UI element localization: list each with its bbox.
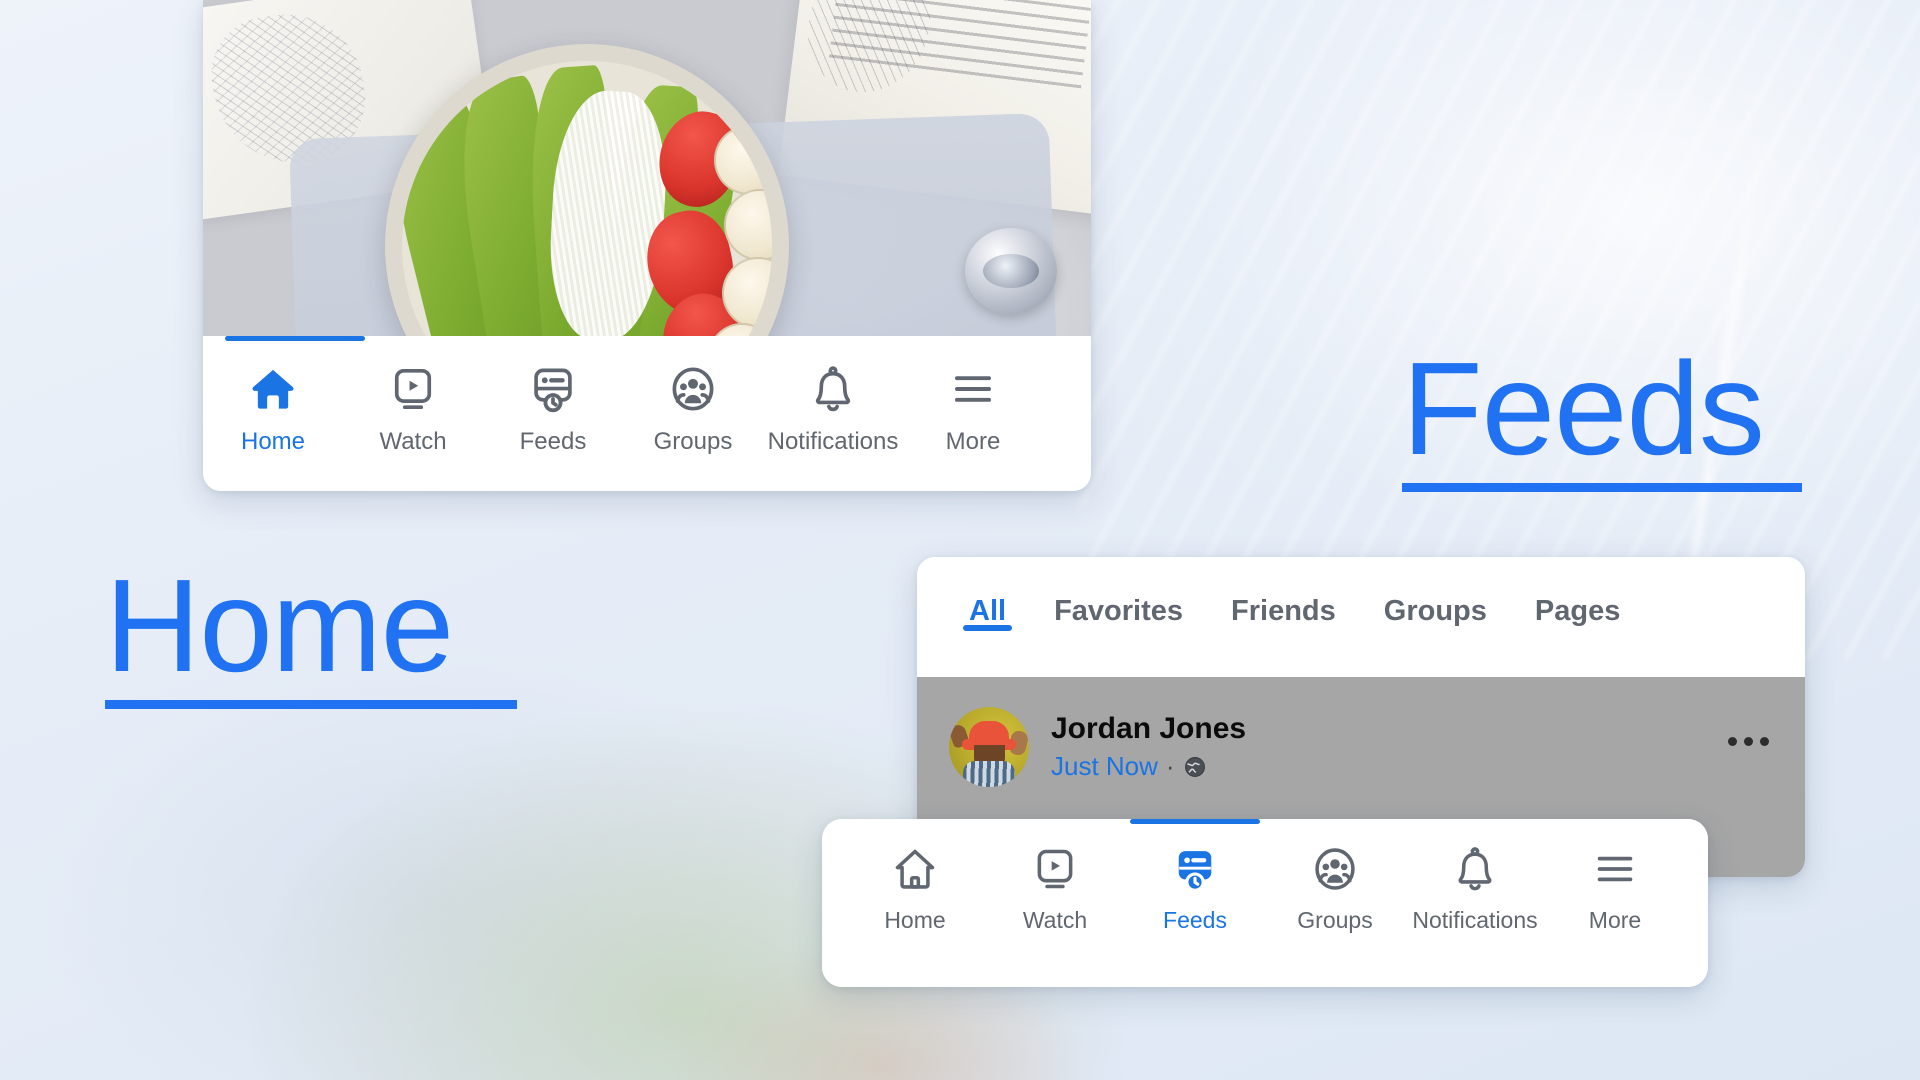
feeds-navigation-card: Home Watch Feeds Groups Notifications Mo… (822, 819, 1708, 987)
annotation-feeds-underline (1402, 483, 1802, 493)
nav-label-more: More (945, 428, 1001, 455)
watch-icon (1030, 839, 1080, 899)
nav-label-more: More (1588, 907, 1642, 933)
nav-label-groups: Groups (1297, 907, 1373, 933)
ellipsis-dot (1744, 737, 1753, 746)
nav-item-notifications[interactable]: Notifications (763, 358, 903, 456)
annotation-home-underline (105, 700, 517, 710)
notifications-icon (1450, 839, 1500, 899)
tab-friends[interactable]: Friends (1207, 557, 1360, 628)
nav-item-more[interactable]: More (903, 358, 1043, 456)
annotation-home-label: Home (105, 552, 454, 699)
nav-item-notifications[interactable]: Notifications (1405, 839, 1545, 934)
post-subline: Just Now · (1051, 751, 1246, 782)
nav-item-more[interactable]: More (1545, 839, 1685, 934)
avatar-shirt (963, 761, 1015, 787)
nav-item-groups[interactable]: Groups (623, 358, 763, 456)
nav-label-feeds: Feeds (519, 428, 587, 455)
groups-icon (1310, 839, 1360, 899)
nav-label-home: Home (884, 907, 946, 933)
post-separator: · (1165, 751, 1175, 781)
nav-item-feeds[interactable]: Feeds (483, 358, 623, 456)
primary-navigation-bar-feeds: Home Watch Feeds Groups Notifications Mo… (822, 819, 1708, 987)
nav-label-notifications: Notifications (767, 428, 899, 455)
post-timestamp[interactable]: Just Now (1051, 751, 1158, 782)
active-tab-indicator (1130, 819, 1260, 824)
globe-icon[interactable] (1183, 755, 1207, 779)
bowl-contents (402, 61, 772, 336)
screenshot-stage: Home Feeds Home Watch Feeds Groups Notif… (0, 0, 1920, 1080)
post-photo (203, 0, 1091, 336)
feeds-icon (527, 358, 579, 420)
tab-pages[interactable]: Pages (1511, 557, 1644, 628)
ellipsis-icon[interactable] (1728, 737, 1769, 746)
feed-filter-tabs: All Favorites Friends Groups Pages (917, 557, 1805, 677)
primary-navigation-bar-home: Home Watch Feeds Groups Notifications Mo… (203, 336, 1091, 491)
nav-item-groups[interactable]: Groups (1265, 839, 1405, 934)
ellipsis-dot (1728, 737, 1737, 746)
groups-icon (667, 358, 719, 420)
tab-all[interactable]: All (945, 557, 1030, 631)
nav-item-watch[interactable]: Watch (343, 358, 483, 456)
post-author-name[interactable]: Jordan Jones (1051, 711, 1246, 747)
more-menu-icon (947, 358, 999, 420)
nav-label-feeds: Feeds (1163, 907, 1227, 933)
nav-label-notifications: Notifications (1412, 907, 1538, 933)
more-menu-icon (1590, 839, 1640, 899)
tab-groups[interactable]: Groups (1360, 557, 1511, 628)
annotation-feeds-label: Feeds (1402, 335, 1765, 482)
nav-item-home[interactable]: Home (203, 358, 343, 456)
avatar[interactable] (949, 707, 1029, 787)
notifications-icon (807, 358, 859, 420)
annotation-home: Home (105, 552, 517, 710)
nav-item-home[interactable]: Home (845, 839, 985, 934)
tab-favorites[interactable]: Favorites (1030, 557, 1207, 628)
home-screen-card: Home Watch Feeds Groups Notifications Mo… (203, 0, 1091, 491)
ellipsis-dot (1760, 737, 1769, 746)
nav-item-watch[interactable]: Watch (985, 839, 1125, 934)
nav-label-groups: Groups (653, 428, 733, 455)
nav-label-watch: Watch (1022, 907, 1088, 933)
home-icon (890, 839, 940, 899)
nav-label-home: Home (240, 428, 306, 455)
nav-item-feeds[interactable]: Feeds (1125, 839, 1265, 934)
post-meta: Jordan Jones Just Now · (1051, 707, 1246, 782)
active-tab-indicator (225, 336, 365, 341)
annotation-feeds: Feeds (1402, 335, 1802, 493)
nav-label-watch: Watch (379, 428, 447, 455)
spoon (965, 228, 1057, 314)
home-icon (247, 358, 299, 420)
feeds-icon (1170, 839, 1220, 899)
watch-icon (387, 358, 439, 420)
